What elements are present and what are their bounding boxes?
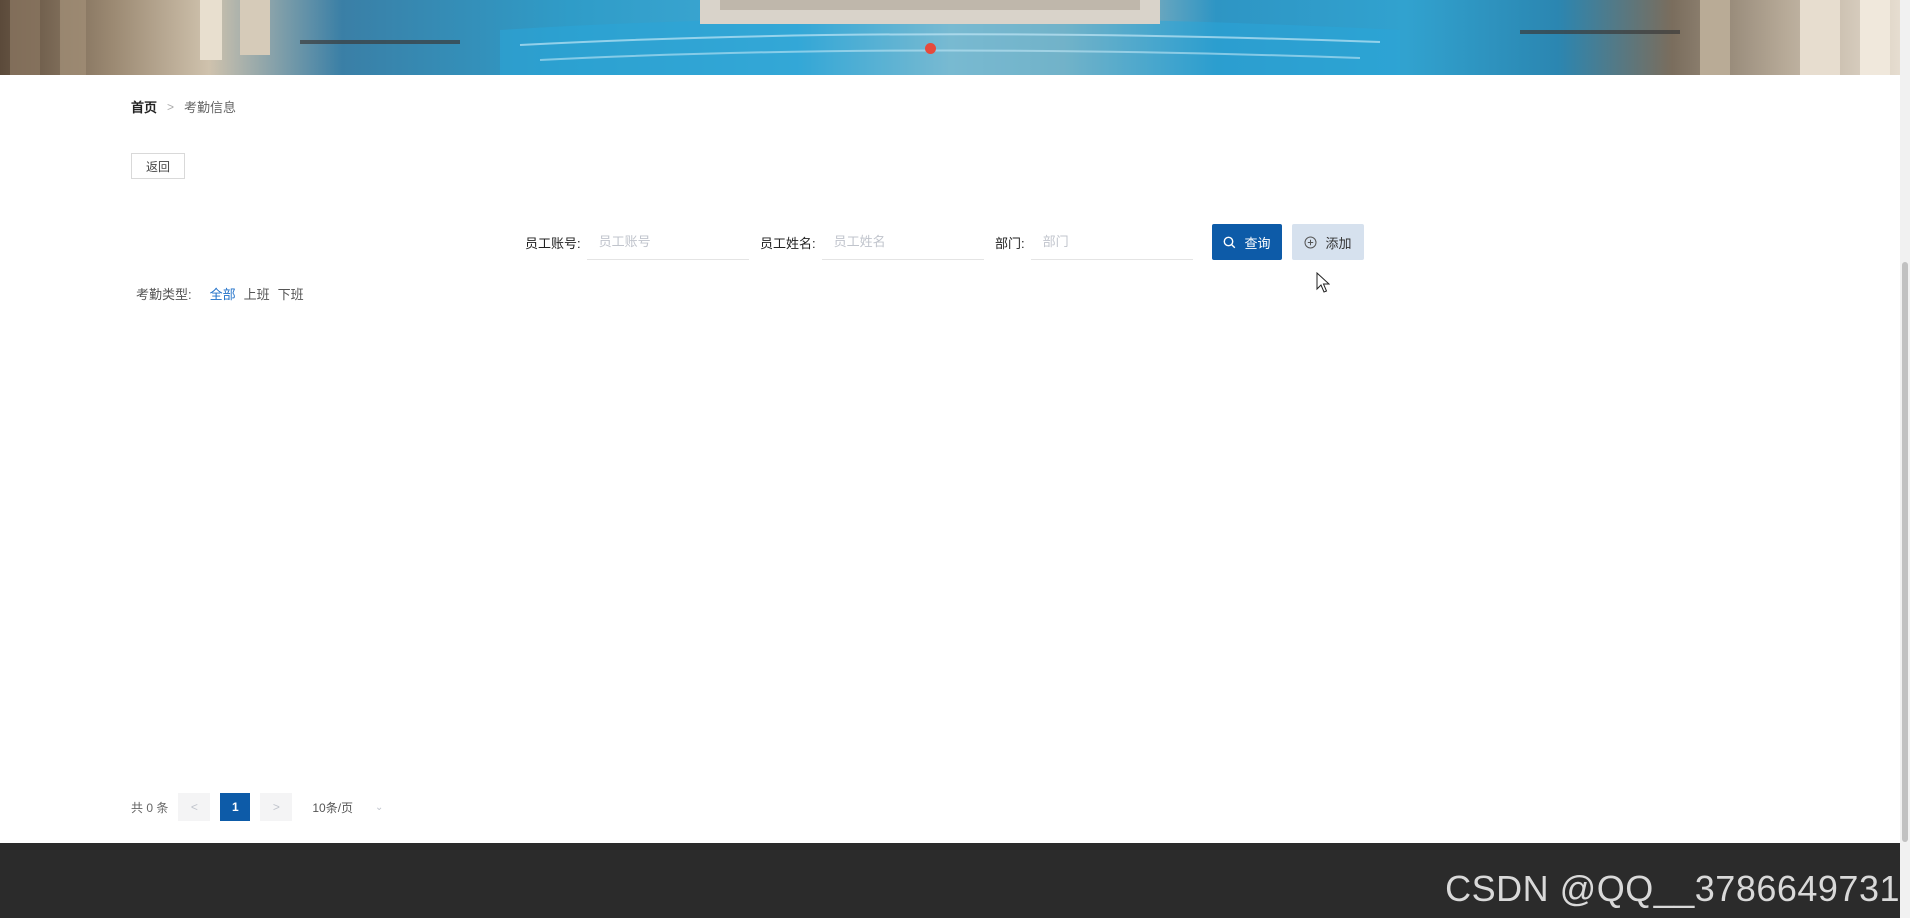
pagination-total: 共 0 条 bbox=[131, 800, 169, 815]
plus-circle-icon bbox=[1304, 236, 1317, 248]
name-label: 员工姓名: bbox=[760, 235, 816, 251]
name-search-group: 员工姓名: bbox=[760, 224, 984, 260]
filter-label: 考勤类型: bbox=[136, 287, 192, 302]
search-button[interactable]: 查询 bbox=[1212, 224, 1282, 260]
search-icon bbox=[1224, 236, 1236, 248]
dept-input[interactable] bbox=[1030, 224, 1193, 260]
page-size-select[interactable]: 10条/页 ⌄ bbox=[312, 799, 383, 816]
account-search-group: 员工账号: bbox=[525, 224, 749, 260]
carousel-indicator-dot[interactable] bbox=[925, 43, 936, 54]
pagination: 共 0 条 < 1 > 10条/页 ⌄ bbox=[131, 793, 383, 821]
pagination-prev-button[interactable]: < bbox=[178, 793, 211, 821]
pagination-next-button[interactable]: > bbox=[260, 793, 293, 821]
filter-option-all[interactable]: 全部 bbox=[210, 284, 236, 303]
dept-search-group: 部门: bbox=[995, 224, 1193, 260]
account-label: 员工账号: bbox=[525, 235, 581, 251]
pagination-page-1[interactable]: 1 bbox=[220, 793, 251, 821]
chevron-down-icon: ⌄ bbox=[375, 801, 384, 813]
banner-image bbox=[0, 0, 1900, 75]
dept-label: 部门: bbox=[995, 235, 1025, 251]
watermark-text: CSDN @QQ__3786649731 bbox=[1445, 868, 1900, 909]
filter-option-clock-in[interactable]: 上班 bbox=[244, 284, 270, 303]
page: 首页 > 考勤信息 返回 员工账号: 员工姓名: 部门: 查询 添加 考勤类型:… bbox=[0, 0, 1910, 918]
add-button-label: 添加 bbox=[1325, 235, 1352, 251]
breadcrumb-separator: > bbox=[167, 99, 175, 114]
attendance-type-filter: 考勤类型: 全部 上班 下班 bbox=[136, 284, 304, 303]
add-button[interactable]: 添加 bbox=[1292, 224, 1364, 260]
name-input[interactable] bbox=[821, 224, 984, 260]
back-button[interactable]: 返回 bbox=[131, 153, 185, 179]
banner-scenery bbox=[10, 0, 1890, 75]
search-button-label: 查询 bbox=[1244, 235, 1271, 251]
breadcrumb-home-link[interactable]: 首页 bbox=[131, 97, 157, 116]
breadcrumb-current: 考勤信息 bbox=[184, 100, 237, 115]
breadcrumb: 首页 > 考勤信息 bbox=[131, 97, 236, 116]
scrollbar-thumb[interactable] bbox=[1902, 262, 1908, 842]
account-input[interactable] bbox=[586, 224, 749, 260]
mouse-cursor-icon bbox=[1316, 272, 1330, 293]
filter-option-clock-out[interactable]: 下班 bbox=[278, 284, 304, 303]
page-size-value: 10条/页 bbox=[312, 800, 354, 815]
